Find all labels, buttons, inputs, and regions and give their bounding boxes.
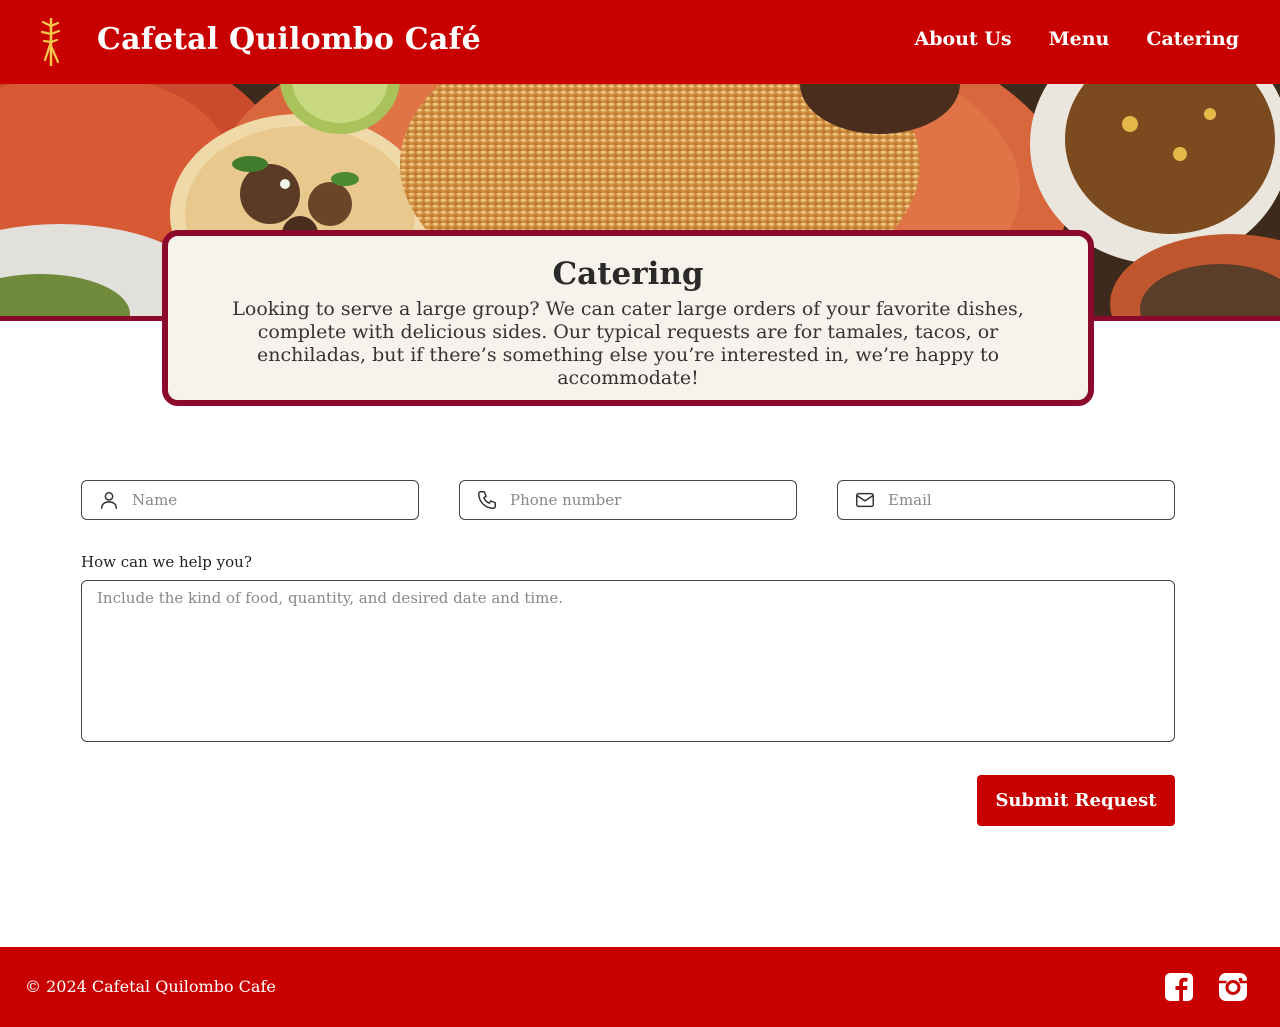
instagram-icon[interactable] [1218,972,1248,1002]
phone-icon [478,491,496,509]
submit-request-button[interactable]: Submit Request [977,775,1175,826]
facebook-icon[interactable] [1164,972,1194,1002]
catering-description: Looking to serve a large group? We can c… [232,298,1024,389]
brand-name[interactable]: Cafetal Quilombo Café [97,22,481,57]
user-icon [100,491,118,509]
mail-icon [856,492,874,508]
help-textarea[interactable] [81,580,1175,742]
site-header: Cafetal Quilombo Café About Us Menu Cate… [0,0,1280,84]
catering-intro-card: Catering Looking to serve a large group?… [162,230,1094,406]
name-input[interactable] [132,491,392,509]
help-label: How can we help you? [81,553,252,571]
name-field[interactable] [81,480,419,520]
main-nav: About Us Menu Catering [914,28,1239,50]
nav-menu[interactable]: Menu [1049,28,1110,50]
email-input[interactable] [888,491,1148,509]
phone-field[interactable] [459,480,797,520]
nav-about-us[interactable]: About Us [914,28,1011,50]
wheat-stalk-logo-icon[interactable] [36,16,66,68]
page-title: Catering [552,256,704,292]
phone-input[interactable] [510,491,770,509]
site-footer: © 2024 Cafetal Quilombo Cafe [0,947,1280,1027]
nav-catering[interactable]: Catering [1146,28,1239,50]
email-field[interactable] [837,480,1175,520]
copyright-text: © 2024 Cafetal Quilombo Cafe [25,977,276,996]
